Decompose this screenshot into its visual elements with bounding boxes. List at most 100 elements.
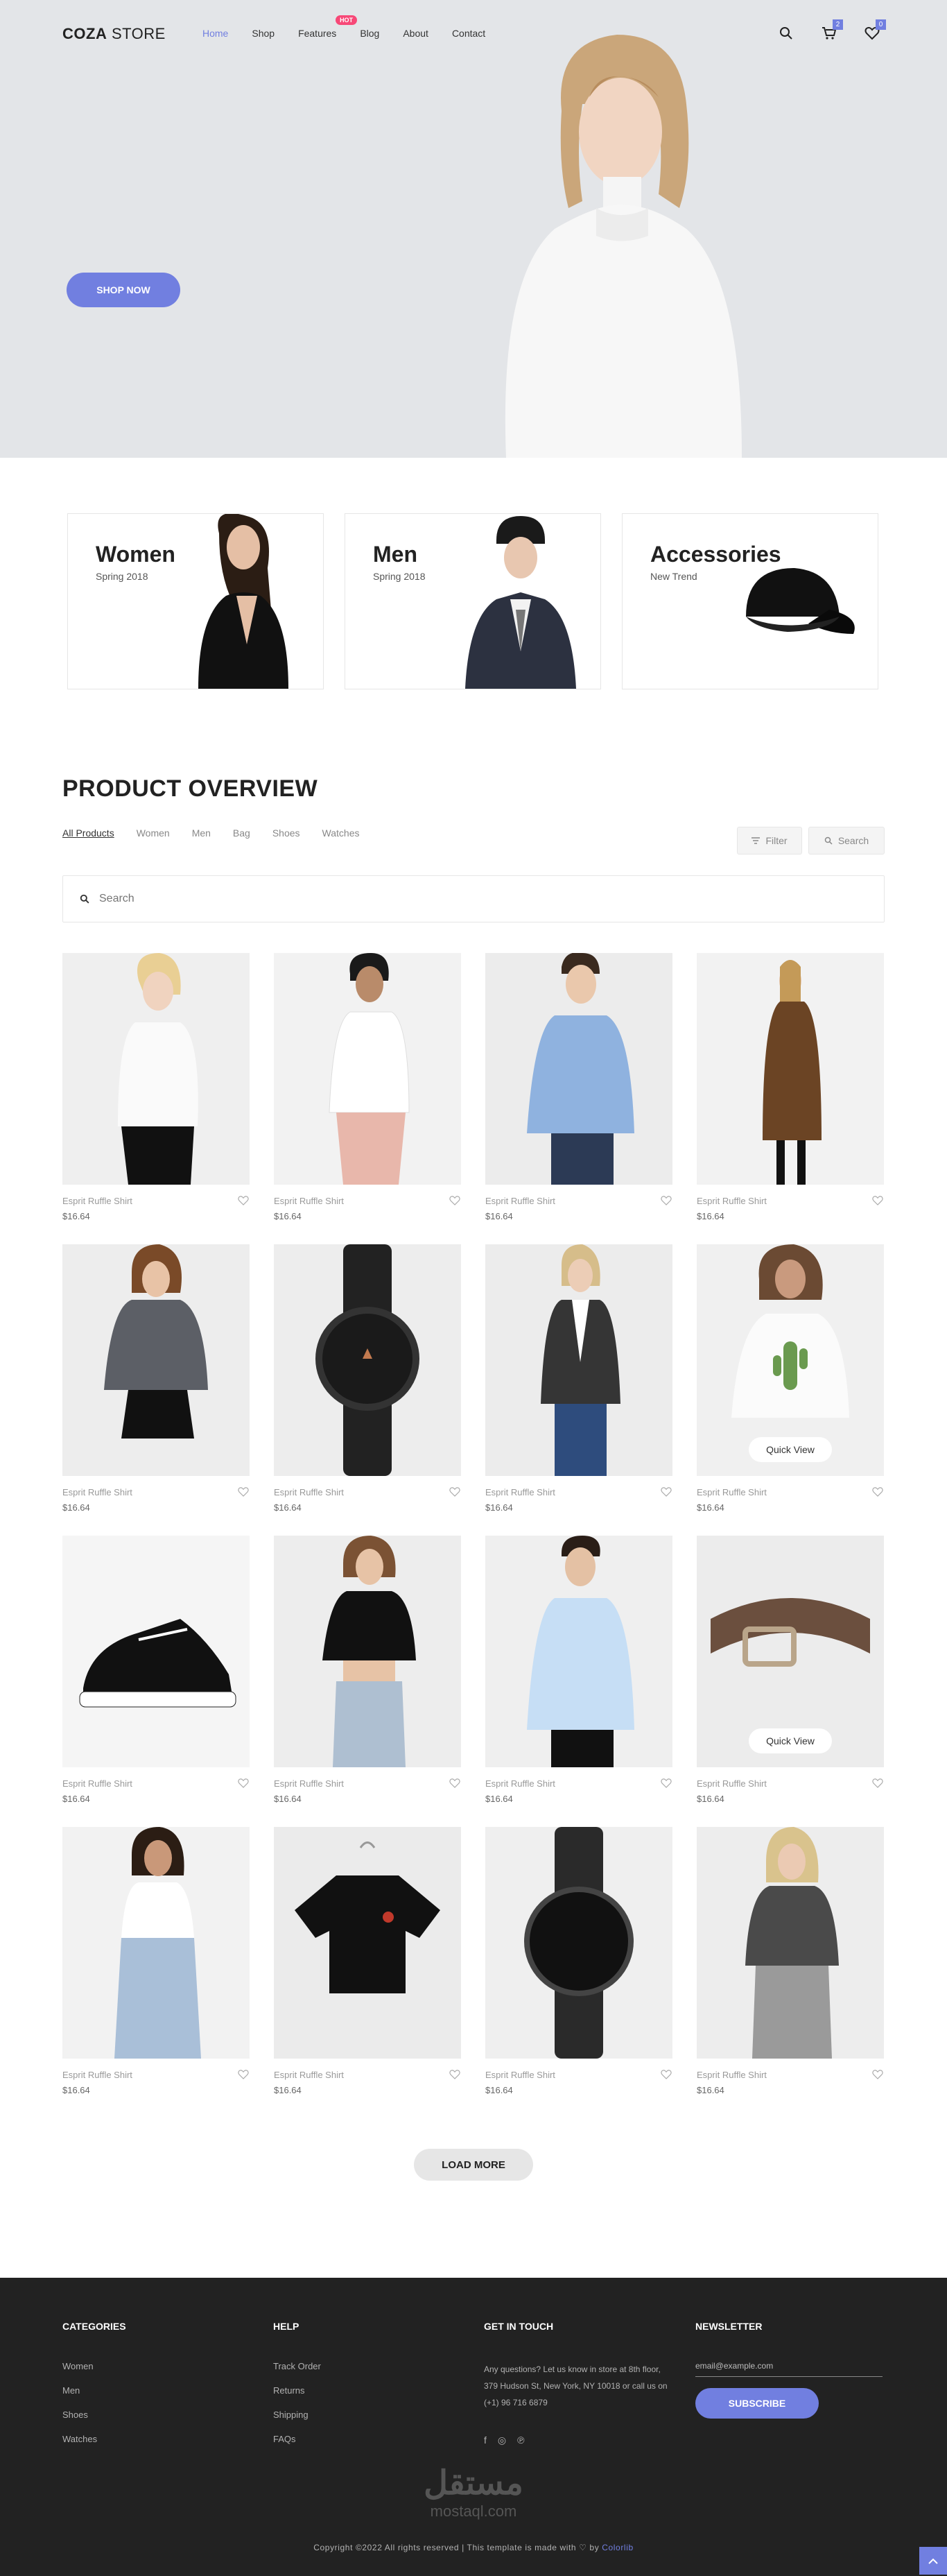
product-card[interactable]: Esprit Ruffle Shirt $16.64 [62, 1244, 250, 1536]
heart-icon[interactable] [871, 1777, 884, 1789]
newsletter-email-input[interactable]: email@example.com [695, 2361, 883, 2377]
product-image[interactable] [62, 1536, 250, 1767]
quick-view-button[interactable]: Quick View [749, 1728, 832, 1753]
product-name[interactable]: Esprit Ruffle Shirt [697, 2070, 767, 2080]
product-image[interactable]: Quick View [697, 1536, 884, 1767]
heart-icon[interactable] [660, 1777, 672, 1789]
heart-icon[interactable] [660, 1486, 672, 1498]
product-name[interactable]: Esprit Ruffle Shirt [62, 1778, 132, 1789]
heart-icon[interactable] [449, 1194, 461, 1207]
product-image[interactable] [62, 1827, 250, 2059]
product-search-input[interactable] [99, 893, 515, 905]
product-image[interactable] [274, 1536, 461, 1767]
banner-men[interactable]: Men Spring 2018 [345, 513, 601, 689]
product-image[interactable] [485, 953, 672, 1185]
product-image[interactable] [62, 953, 250, 1185]
product-image[interactable] [697, 1827, 884, 2059]
heart-icon[interactable] [871, 1486, 884, 1498]
product-card[interactable]: Esprit Ruffle Shirt $16.64 [62, 1536, 250, 1827]
product-name[interactable]: Esprit Ruffle Shirt [485, 1487, 555, 1497]
product-image[interactable] [62, 1244, 250, 1476]
product-name[interactable]: Esprit Ruffle Shirt [62, 1487, 132, 1497]
logo[interactable]: COZA STORE [62, 25, 166, 43]
product-card[interactable]: Quick View Esprit Ruffle Shirt $16.64 [697, 1536, 884, 1827]
nav-about[interactable]: About [403, 28, 428, 39]
back-to-top-button[interactable] [919, 2547, 947, 2575]
heart-icon[interactable] [871, 1194, 884, 1207]
product-card[interactable]: Esprit Ruffle Shirt $16.64 [485, 1827, 672, 2118]
product-card[interactable]: Esprit Ruffle Shirt $16.64 [485, 953, 672, 1244]
product-card[interactable]: Esprit Ruffle Shirt $16.64 [274, 1536, 461, 1827]
product-name[interactable]: Esprit Ruffle Shirt [697, 1487, 767, 1497]
nav-home[interactable]: Home [202, 28, 228, 39]
filter-women[interactable]: Women [137, 827, 170, 839]
product-image[interactable] [485, 1536, 672, 1767]
product-name[interactable]: Esprit Ruffle Shirt [274, 2070, 344, 2080]
product-name[interactable]: Esprit Ruffle Shirt [274, 1196, 344, 1206]
product-name[interactable]: Esprit Ruffle Shirt [274, 1778, 344, 1789]
product-card[interactable]: Esprit Ruffle Shirt $16.64 [485, 1244, 672, 1536]
product-name[interactable]: Esprit Ruffle Shirt [62, 1196, 132, 1206]
heart-icon[interactable] [660, 1194, 672, 1207]
product-card[interactable]: Esprit Ruffle Shirt $16.64 [62, 1827, 250, 2118]
facebook-icon[interactable]: f [484, 2435, 487, 2446]
product-image[interactable] [274, 1827, 461, 2059]
nav-blog[interactable]: Blog [360, 28, 379, 39]
heart-icon[interactable] [449, 2068, 461, 2081]
product-card[interactable]: Esprit Ruffle Shirt $16.64 [274, 1244, 461, 1536]
banner-women[interactable]: Women Spring 2018 [67, 513, 324, 689]
colorlib-link[interactable]: Colorlib [602, 2543, 633, 2552]
heart-icon[interactable] [449, 1486, 461, 1498]
product-image[interactable] [697, 953, 884, 1185]
filter-shoes[interactable]: Shoes [272, 827, 300, 839]
product-name[interactable]: Esprit Ruffle Shirt [485, 1196, 555, 1206]
cart-icon[interactable]: 2 [821, 19, 843, 42]
footer-link-track-order[interactable]: Track Order [273, 2361, 321, 2371]
filter-watches[interactable]: Watches [322, 827, 360, 839]
footer-link-men[interactable]: Men [62, 2385, 126, 2396]
nav-features[interactable]: Features HOT [298, 15, 358, 39]
heart-icon[interactable] [660, 2068, 672, 2081]
product-name[interactable]: Esprit Ruffle Shirt [485, 2070, 555, 2080]
heart-icon[interactable] [237, 1194, 250, 1207]
product-card[interactable]: Esprit Ruffle Shirt $16.64 [62, 953, 250, 1244]
product-card[interactable]: Quick View Esprit Ruffle Shirt $16.64 [697, 1244, 884, 1536]
search-icon[interactable] [778, 25, 794, 42]
search-toggle-button[interactable]: Search [808, 827, 885, 855]
product-image[interactable] [485, 1827, 672, 2059]
product-card[interactable]: Esprit Ruffle Shirt $16.64 [485, 1536, 672, 1827]
product-name[interactable]: Esprit Ruffle Shirt [485, 1778, 555, 1789]
nav-shop[interactable]: Shop [252, 28, 275, 39]
product-image[interactable] [274, 1244, 461, 1476]
product-card[interactable]: Esprit Ruffle Shirt $16.64 [274, 1827, 461, 2118]
footer-link-women[interactable]: Women [62, 2361, 126, 2371]
product-card[interactable]: Esprit Ruffle Shirt $16.64 [697, 1827, 884, 2118]
product-image[interactable] [274, 953, 461, 1185]
product-name[interactable]: Esprit Ruffle Shirt [697, 1778, 767, 1789]
product-image[interactable] [485, 1244, 672, 1476]
heart-icon[interactable] [871, 2068, 884, 2081]
filter-button[interactable]: Filter [737, 827, 802, 855]
heart-icon[interactable] [237, 1486, 250, 1498]
footer-link-returns[interactable]: Returns [273, 2385, 321, 2396]
heart-icon[interactable] [449, 1777, 461, 1789]
footer-link-shoes[interactable]: Shoes [62, 2410, 126, 2420]
instagram-icon[interactable]: ◎ [498, 2435, 506, 2446]
footer-link-watches[interactable]: Watches [62, 2434, 126, 2444]
product-name[interactable]: Esprit Ruffle Shirt [274, 1487, 344, 1497]
product-card[interactable]: Esprit Ruffle Shirt $16.64 [274, 953, 461, 1244]
banner-accessories[interactable]: Accessories New Trend [622, 513, 878, 689]
footer-link-shipping[interactable]: Shipping [273, 2410, 321, 2420]
filter-men[interactable]: Men [192, 827, 211, 839]
product-image[interactable]: Quick View [697, 1244, 884, 1476]
filter-bag[interactable]: Bag [233, 827, 250, 839]
heart-icon[interactable] [237, 2068, 250, 2081]
load-more-button[interactable]: LOAD MORE [414, 2149, 533, 2181]
quick-view-button[interactable]: Quick View [749, 1437, 832, 1462]
wishlist-heart-icon[interactable]: 0 [864, 19, 886, 42]
product-name[interactable]: Esprit Ruffle Shirt [697, 1196, 767, 1206]
footer-link-faqs[interactable]: FAQs [273, 2434, 321, 2444]
product-name[interactable]: Esprit Ruffle Shirt [62, 2070, 132, 2080]
product-card[interactable]: Esprit Ruffle Shirt $16.64 [697, 953, 884, 1244]
nav-contact[interactable]: Contact [452, 28, 485, 39]
